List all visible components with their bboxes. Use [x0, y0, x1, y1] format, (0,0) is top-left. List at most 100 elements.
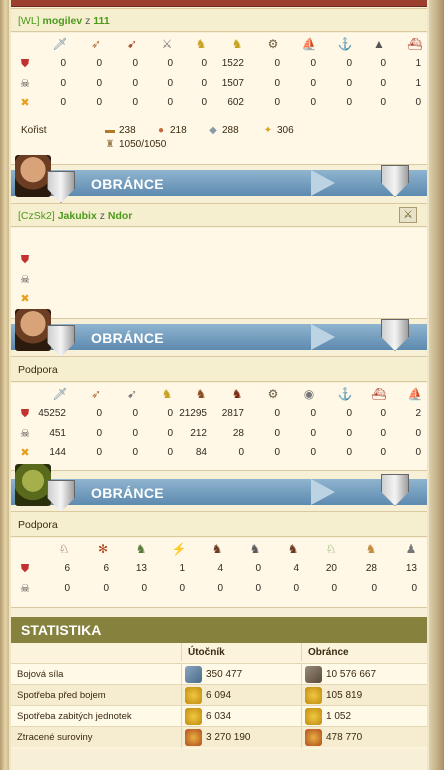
- unit-count: 1522: [221, 58, 244, 69]
- player-name[interactable]: mogilev: [43, 15, 83, 27]
- unit-count: 0: [310, 408, 316, 419]
- alliance-tag[interactable]: [WL]: [18, 15, 40, 27]
- unit-count: 2: [415, 408, 421, 419]
- unit-count: 0: [238, 447, 244, 458]
- loot-label: Kořist: [21, 125, 47, 136]
- food-icon: [185, 687, 202, 704]
- alliance-tag[interactable]: [CzSk2]: [18, 210, 55, 222]
- stat-value: 3 270 190: [206, 732, 251, 743]
- loot-stone: ● 218: [154, 125, 187, 136]
- unit-count: 0: [380, 78, 386, 89]
- band-arrow: [311, 479, 335, 505]
- stat-value: 105 819: [326, 690, 363, 701]
- unit-count: 0: [103, 583, 109, 594]
- unit-count: 0: [274, 78, 280, 89]
- unit-count: 0: [310, 447, 316, 458]
- silver-icon: ◆: [209, 125, 217, 136]
- unit-count: 28: [365, 563, 377, 574]
- unit-count: 0: [380, 408, 386, 419]
- stat-value: 6 094: [206, 690, 232, 701]
- rider-icon: ♞: [195, 37, 207, 51]
- archer-icon: ➹: [126, 387, 138, 401]
- unit-count: 84: [195, 447, 207, 458]
- units-killed-row: ✖ 144 0 0 0 84 0 0 0 0 0 0: [11, 444, 427, 462]
- units-sent-row: ⛊ 45252 0 0 0 21295 2817 0 0 0 0 2: [11, 405, 427, 423]
- unit-count: 0: [371, 583, 377, 594]
- band-arrow: [311, 170, 335, 196]
- defender-band: OBRÁNCE: [11, 155, 427, 203]
- catapult-icon: ⚙: [267, 387, 279, 401]
- battle-report: [WL] mogilev z 111 🗡 ➶ ➹ ⚔ ♞ ♞ ⚙ ⛵ ⚓ ▲ ⛴…: [11, 0, 427, 770]
- slinger-icon: ➶: [90, 387, 102, 401]
- support-label: Podpora: [18, 519, 58, 531]
- colony-ship-icon: ⚓: [337, 387, 353, 401]
- defender-band: OBRÁNCE: [11, 309, 427, 357]
- left-frame: [0, 0, 9, 770]
- units-sent-row: ⛊ 0 0 0 0 0 1522 0 0 0 0 1: [11, 55, 427, 73]
- stone-icon: ●: [157, 125, 165, 136]
- stat-defender: 1 052: [301, 706, 427, 727]
- units-lost-row: ☠ 0 0 0 0 0 0 0 0 0 0: [11, 580, 427, 598]
- town-name[interactable]: 111: [93, 15, 109, 27]
- stat-defender: 478 770: [301, 727, 427, 748]
- stat-label: Spotřeba před bojem: [17, 690, 106, 701]
- unit-count: 4: [293, 563, 299, 574]
- loot-value: 218: [170, 125, 187, 136]
- unit-count: 0: [132, 447, 138, 458]
- stat-attacker: 6 034: [181, 706, 301, 727]
- unit-count: 2817: [221, 408, 244, 419]
- units-lost-row: ☠ 451 0 0 0 212 28 0 0 0 0 0: [11, 425, 427, 443]
- fire-ship-icon: ⛴: [371, 387, 387, 401]
- hoplite-icon: ♞: [161, 387, 173, 401]
- unit-count: 45252: [38, 408, 66, 419]
- loot-favor: ✦ 306: [261, 125, 294, 136]
- hydra-portrait: [15, 464, 51, 506]
- unit-count: 13: [405, 563, 417, 574]
- skull-icon: ☠: [20, 274, 30, 286]
- loot-capacity: ♜ 1050/1050: [103, 139, 167, 150]
- unit-count: 6: [64, 563, 70, 574]
- chariot-icon: ♞: [231, 37, 243, 51]
- unit-count: 0: [380, 58, 386, 69]
- unit-count: 0: [274, 58, 280, 69]
- player-name[interactable]: Jakubix: [58, 210, 97, 222]
- unit-count: 0: [293, 583, 299, 594]
- right-frame: [429, 0, 444, 770]
- units-sent-row: ⛊ 6 6 13 1 4 0 4 20 28 13: [11, 560, 427, 578]
- stat-label: Bojová síla: [17, 669, 64, 680]
- unit-count: 212: [190, 428, 207, 439]
- sword-icon: 🗡: [52, 387, 68, 401]
- unit-count: 0: [255, 583, 261, 594]
- band-arrow: [311, 324, 335, 350]
- swords-power-icon: [185, 666, 202, 683]
- from-label: z: [99, 210, 105, 222]
- unit-count: 0: [331, 583, 337, 594]
- unit-count: 1: [179, 563, 185, 574]
- resources-icon: [185, 729, 202, 746]
- trireme-icon: ⛵: [301, 37, 317, 51]
- stat-value: 10 576 667: [326, 669, 377, 680]
- unit-count: 0: [310, 428, 316, 439]
- unit-count: 0: [60, 58, 66, 69]
- unit-count: 0: [310, 97, 316, 108]
- colony-ship-icon: ⚓: [337, 37, 353, 51]
- unit-count: 144: [49, 447, 66, 458]
- from-label: z: [85, 15, 91, 27]
- unit-count: 0: [201, 58, 207, 69]
- slinger-icon: ➶: [90, 37, 102, 51]
- unit-count: 1507: [221, 78, 244, 89]
- stats-row: Spotřeba před bojem 6 094 105 819: [11, 684, 427, 706]
- wood-icon: ▬: [105, 125, 115, 136]
- support-header: Podpora: [11, 356, 427, 382]
- unit-count: 0: [132, 428, 138, 439]
- unit-count: 602: [227, 97, 244, 108]
- town-name[interactable]: Ndor: [108, 210, 133, 222]
- food-icon: [185, 708, 202, 725]
- unit-count: 0: [132, 78, 138, 89]
- unit-count: 1: [415, 58, 421, 69]
- defender-title: OBRÁNCE: [91, 485, 164, 501]
- top-bar: [11, 0, 427, 7]
- stats-header: STATISTIKA: [11, 617, 427, 643]
- myth-units: ♘ ✻ ♞ ⚡ ♞ ♞ ♞ ♘ ♞ ♟ ⛊ 6 6 13 1 4 0 4 20 …: [11, 538, 427, 608]
- simulator-icon[interactable]: ⚔: [399, 207, 417, 223]
